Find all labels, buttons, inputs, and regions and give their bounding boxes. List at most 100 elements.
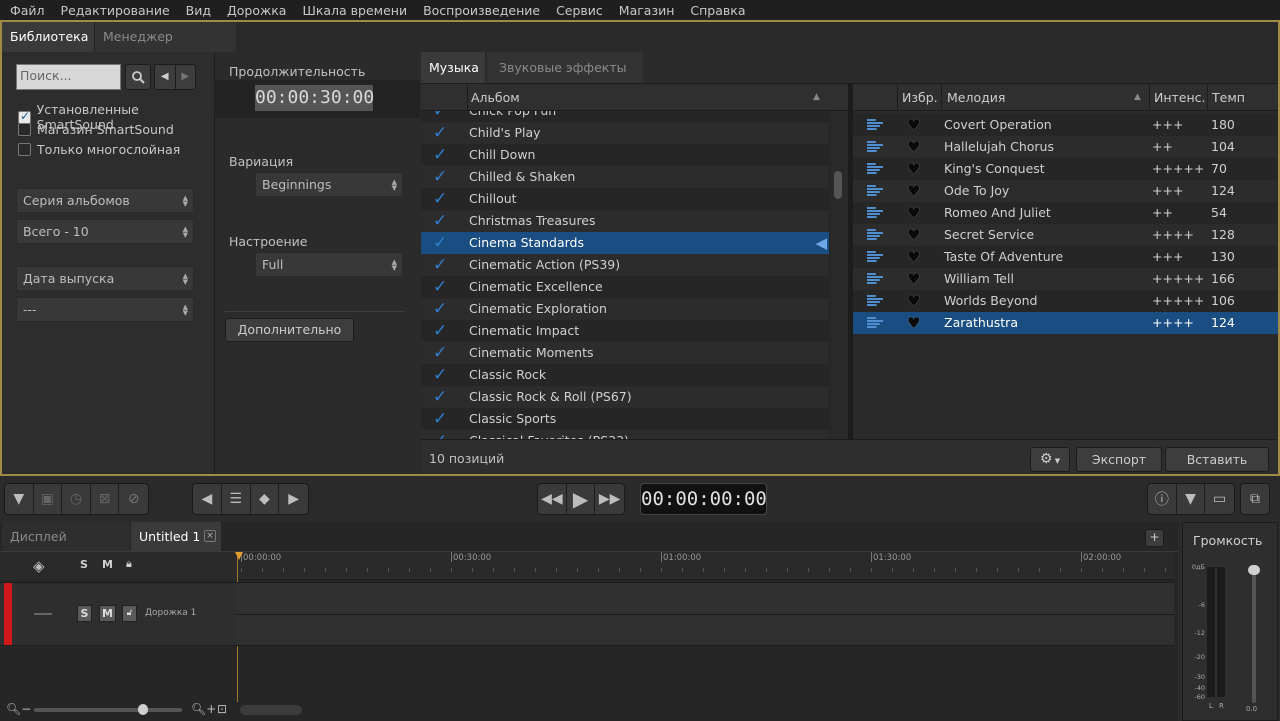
album-row[interactable]: ✓ Child's Play <box>421 122 829 144</box>
melody-row[interactable]: ♥ Worlds Beyond +++++ 106 <box>853 290 1278 312</box>
solo-button[interactable]: S <box>77 605 92 622</box>
source-multilayer[interactable]: Только многослойная <box>18 142 180 157</box>
album-row[interactable]: ✓ Classic Rock <box>421 364 829 386</box>
info-icon[interactable]: ⓘ <box>1148 484 1177 514</box>
intensity-column-header[interactable]: Интенс. <box>1154 84 1206 111</box>
screen-icon[interactable]: ▭ <box>1205 484 1234 514</box>
release-date-dropdown[interactable]: Дата выпуска ▲ ▼ <box>16 266 194 291</box>
menu-item[interactable]: Воспроизведение <box>415 0 548 21</box>
menu-item[interactable]: Редактирование <box>53 0 178 21</box>
album-row[interactable]: ✓ Cinematic Exploration <box>421 298 829 320</box>
volume-slider-thumb[interactable] <box>1248 565 1260 575</box>
zoom-slider[interactable] <box>34 704 182 715</box>
tab-library[interactable]: Библиотека <box>2 22 94 52</box>
search-input[interactable]: Поиск... <box>16 64 121 90</box>
video-icon[interactable]: ⊠ <box>91 484 120 514</box>
album-row[interactable]: ✓ Chick Pop Fun <box>421 111 829 122</box>
melody-row[interactable]: ♥ Taste Of Adventure +++ 130 <box>853 246 1278 268</box>
check-icon[interactable]: ✓ <box>433 210 447 232</box>
fav-column-header[interactable]: Избр. <box>902 84 938 111</box>
mixer-icon[interactable]: ☰ <box>222 484 251 514</box>
next-marker-icon[interactable]: ▶ <box>279 484 308 514</box>
album-row[interactable]: ✓ Cinematic Action (PS39) <box>421 254 829 276</box>
scroll-thumb[interactable] <box>834 171 842 199</box>
keyframe-icon[interactable]: ◆ <box>251 484 280 514</box>
check-icon[interactable]: ✓ <box>433 232 447 254</box>
clip-icon[interactable]: ▣ <box>34 484 63 514</box>
release-value-dropdown[interactable]: --- ▲ ▼ <box>16 297 194 322</box>
next-arrow-icon[interactable]: ▶ <box>176 65 196 89</box>
check-icon[interactable]: ✓ <box>433 364 447 386</box>
horizontal-scrollbar[interactable] <box>240 705 302 715</box>
check-icon[interactable]: ✓ <box>433 320 447 342</box>
menu-item[interactable]: Сервис <box>548 0 611 21</box>
total-dropdown[interactable]: Всего - 10 ▲ ▼ <box>16 219 194 244</box>
album-column-header[interactable]: Альбом <box>471 84 520 111</box>
prev-arrow-icon[interactable]: ◀ <box>155 65 176 89</box>
check-icon[interactable]: ✓ <box>433 188 447 210</box>
volume-slider[interactable] <box>1248 565 1260 703</box>
heart-icon[interactable]: ♥ <box>907 224 920 246</box>
album-row[interactable]: ✓ Chillout <box>421 188 829 210</box>
check-icon[interactable]: ✓ <box>433 144 447 166</box>
melody-row[interactable]: ♥ Hallelujah Chorus ++ 104 <box>853 136 1278 158</box>
close-icon[interactable]: × <box>204 530 216 542</box>
tab-waveform[interactable]: Дисплей сигнала <box>2 522 130 573</box>
track-name[interactable]: Дорожка 1 <box>145 608 196 618</box>
menu-item[interactable]: Файл <box>2 0 53 21</box>
album-row[interactable]: ✓ Classic Sports <box>421 408 829 430</box>
series-dropdown[interactable]: Серия альбомов ▲ ▼ <box>16 188 194 213</box>
tab-sound-effects[interactable]: Звуковые эффекты <box>487 52 643 83</box>
advanced-button[interactable]: Дополнительно <box>225 318 354 342</box>
album-row[interactable]: ✓ Classical Favorites (PS33) <box>421 430 829 439</box>
melody-row[interactable]: ♥ Romeo And Juliet ++ 54 <box>853 202 1278 224</box>
heart-icon[interactable]: ♥ <box>907 268 920 290</box>
tab-music[interactable]: Музыка <box>421 52 485 83</box>
settings-gear-button[interactable]: ⚙ ▼ <box>1030 447 1070 472</box>
heart-icon[interactable]: ♥ <box>907 202 920 224</box>
menu-item[interactable]: Дорожка <box>219 0 294 21</box>
heart-icon[interactable]: ♥ <box>907 290 920 312</box>
melody-row[interactable]: ♥ Covert Operation +++ 180 <box>853 114 1278 136</box>
zoom-in-icon[interactable]: 🔍︎+ <box>191 702 216 716</box>
mute-button[interactable]: M <box>99 605 116 622</box>
export-button[interactable]: Экспорт <box>1076 447 1162 472</box>
checkbox-store[interactable] <box>18 123 31 136</box>
check-icon[interactable]: ✓ <box>433 122 447 144</box>
zoom-out-icon[interactable]: 🔍︎− <box>6 702 31 716</box>
rewind-icon[interactable]: ◀◀ <box>538 484 567 514</box>
album-row[interactable]: ✓ Cinema Standards ◀ <box>421 232 829 254</box>
melody-row[interactable]: ♥ Ode To Joy +++ 124 <box>853 180 1278 202</box>
variation-dropdown[interactable]: Beginnings ▲ ▼ <box>255 172 403 197</box>
time-ruler[interactable]: 00:00:00 00:30:00 01:00:00 01:30:00 02:00:00 <box>237 552 1174 580</box>
zoom-fit-icon[interactable]: ⊡ <box>217 702 227 716</box>
check-icon[interactable]: ✓ <box>433 111 447 122</box>
menu-item[interactable]: Вид <box>178 0 219 21</box>
prev-marker-icon[interactable]: ◀ <box>193 484 222 514</box>
link-icon[interactable]: ⊘ <box>119 484 148 514</box>
melody-row[interactable]: ♥ King's Conquest +++++ 70 <box>853 158 1278 180</box>
album-row[interactable]: ✓ Classic Rock & Roll (PS67) <box>421 386 829 408</box>
check-icon[interactable]: ✓ <box>433 254 447 276</box>
check-icon[interactable]: ✓ <box>433 276 447 298</box>
melody-column-header[interactable]: Мелодия <box>947 84 1005 111</box>
album-row[interactable]: ✓ Cinematic Moments <box>421 342 829 364</box>
insert-button[interactable]: Вставить <box>1165 447 1269 472</box>
melody-row[interactable]: ♥ Secret Service ++++ 128 <box>853 224 1278 246</box>
tab-untitled[interactable]: Untitled 1 × <box>131 522 221 551</box>
check-icon[interactable]: ✓ <box>433 166 447 188</box>
heart-icon[interactable]: ♥ <box>907 180 920 202</box>
album-row[interactable]: ✓ Cinematic Excellence <box>421 276 829 298</box>
heart-icon[interactable]: ♥ <box>907 114 920 136</box>
duration-field[interactable]: 00:00:30:00 <box>255 85 374 111</box>
menu-item[interactable]: Шкала времени <box>294 0 415 21</box>
album-row[interactable]: ✓ Chill Down <box>421 144 829 166</box>
check-icon[interactable]: ✓ <box>433 342 447 364</box>
play-icon[interactable]: ▶ <box>567 484 596 514</box>
mood-dropdown[interactable]: Full ▲ ▼ <box>255 252 403 277</box>
menu-item[interactable]: Магазин <box>611 0 683 21</box>
heart-icon[interactable]: ♥ <box>907 136 920 158</box>
melody-row[interactable]: ♥ Zarathustra ++++ 124 <box>853 312 1278 334</box>
source-store[interactable]: Магазин SmartSound <box>18 122 174 137</box>
marker-icon[interactable]: ▼ <box>5 484 34 514</box>
